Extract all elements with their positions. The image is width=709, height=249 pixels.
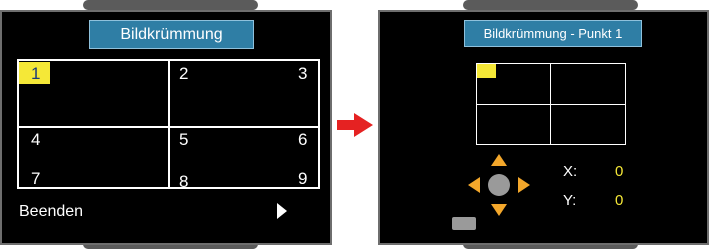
grid-cell-8[interactable]: 8 <box>179 172 188 192</box>
right-menu-screen: Bildkrümmung - Punkt 1 X: 0 Y: 0 <box>378 10 709 245</box>
active-point-marker <box>477 64 496 78</box>
left-menu-title: Bildkrümmung <box>89 20 254 49</box>
small-button-icon[interactable] <box>452 217 476 230</box>
x-coordinate-label: X: <box>563 163 578 180</box>
grid-cell-3[interactable]: 3 <box>298 64 307 84</box>
grid-cell-7[interactable]: 7 <box>31 169 40 189</box>
right-menu-title: Bildkrümmung - Punkt 1 <box>464 20 642 47</box>
warp-point-preview-grid <box>476 63 626 145</box>
arrow-right-red-icon <box>337 113 373 137</box>
grid-cell-4[interactable]: 4 <box>31 130 40 150</box>
play-right-icon[interactable] <box>277 203 287 219</box>
grid-cell-2[interactable]: 2 <box>179 64 188 84</box>
left-menu-screen: Bildkrümmung 1 2 3 4 5 6 7 8 9 Beenden <box>0 10 332 245</box>
grid-cell-6[interactable]: 6 <box>298 130 307 150</box>
warp-point-grid <box>17 59 320 189</box>
grid-cell-5[interactable]: 5 <box>179 130 188 150</box>
y-coordinate-value: 0 <box>615 192 624 209</box>
exit-menu-item[interactable]: Beenden <box>19 203 83 221</box>
grid-cell-1[interactable]: 1 <box>31 64 40 84</box>
x-coordinate-value: 0 <box>615 163 624 180</box>
dpad-icon[interactable] <box>468 154 530 216</box>
grid-cell-9[interactable]: 9 <box>298 169 307 189</box>
right-screen-top-tab <box>463 0 638 10</box>
y-coordinate-label: Y: <box>563 192 577 209</box>
left-screen-top-tab <box>83 0 258 10</box>
